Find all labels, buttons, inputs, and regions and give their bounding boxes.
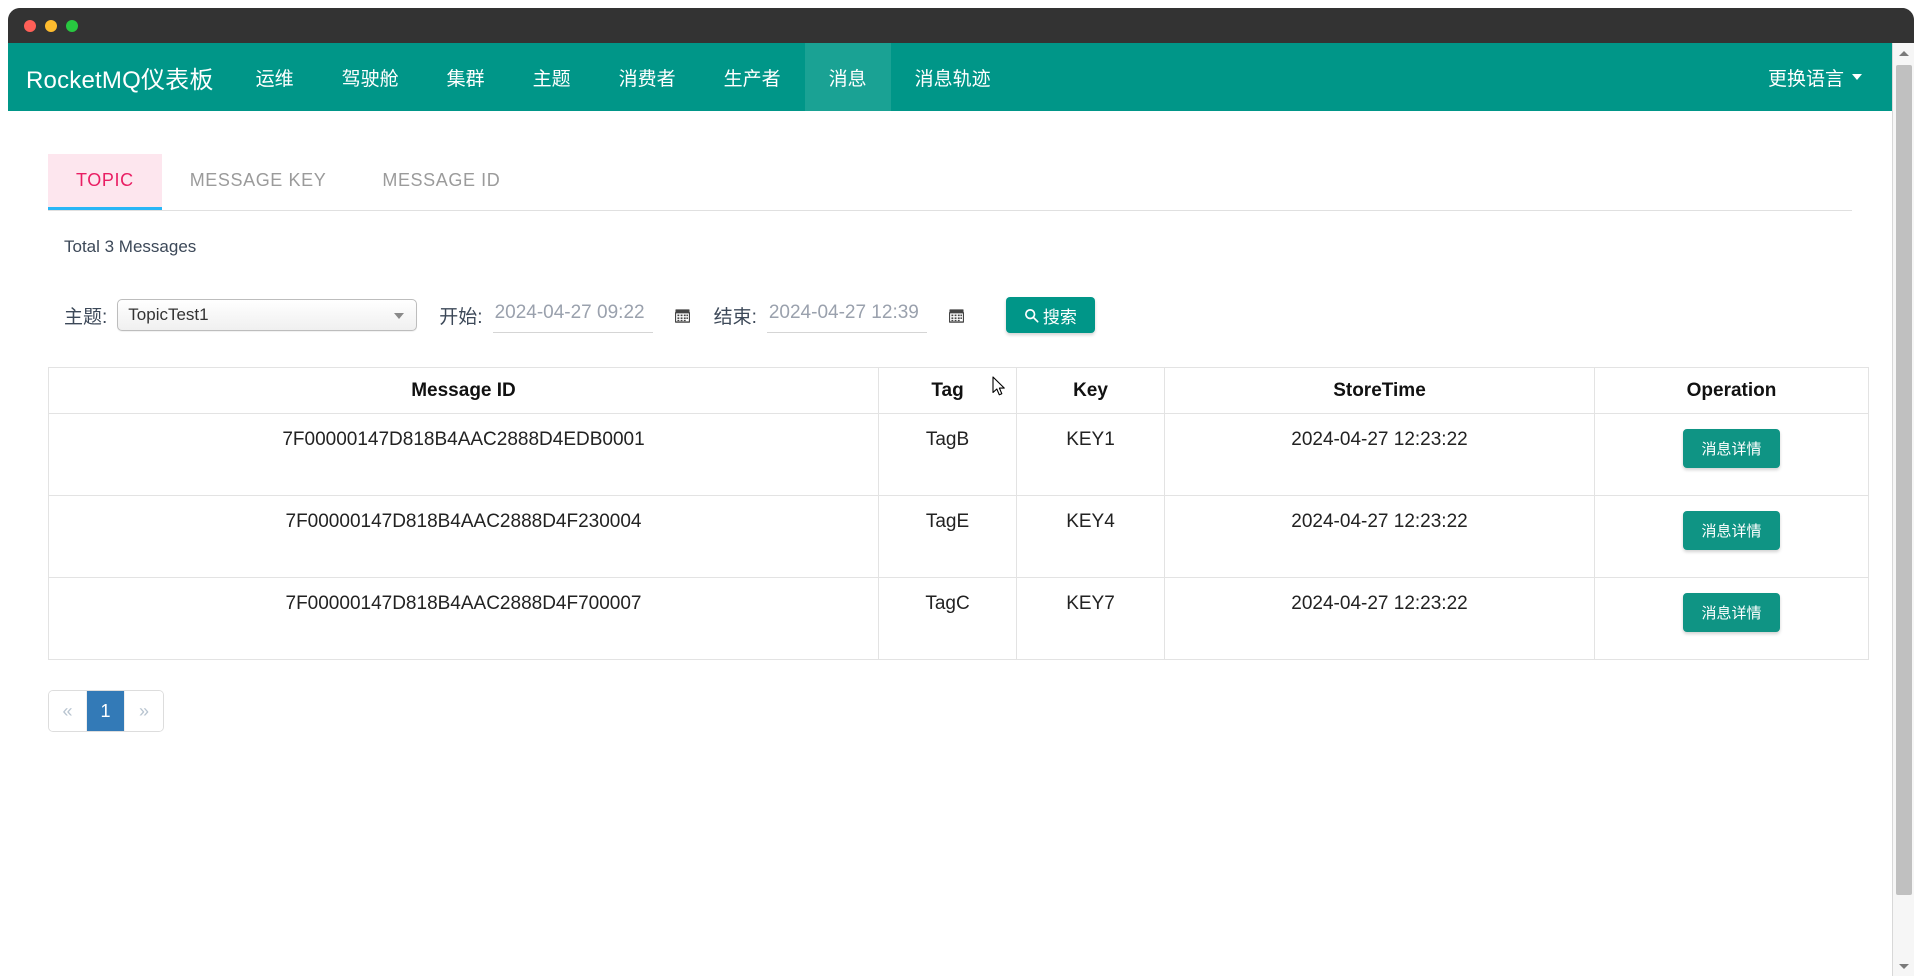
begin-time-label: 开始: [439,306,483,328]
brand-logo[interactable]: RocketMQ仪表板 [8,43,232,111]
messages-table: Message ID Tag Key StoreTime Operation 7… [48,367,1869,660]
cell-operation: 消息详情 [1594,577,1869,660]
vertical-scrollbar[interactable] [1892,43,1914,976]
window-titlebar [8,8,1914,43]
table-row: 7F00000147D818B4AAC2888D4EDB0001 TagB KE… [48,413,1869,496]
scroll-down-arrow-icon[interactable] [1893,956,1914,976]
cell-tag: TagE [878,495,1017,578]
cell-key: KEY7 [1016,577,1165,660]
search-button[interactable]: 搜索 [1005,297,1095,333]
table-row: 7F00000147D818B4AAC2888D4F230004 TagE KE… [48,495,1869,578]
message-query-tabs: TOPIC MESSAGE KEY MESSAGE ID [48,151,1852,211]
end-time-input[interactable] [766,297,927,333]
column-header-tag: Tag [878,367,1017,414]
window-maximize-button[interactable] [66,20,78,32]
navbar-right: 更换语言 [1768,43,1892,111]
tab-message-key[interactable]: MESSAGE KEY [162,154,355,210]
chevron-down-icon [394,313,405,319]
message-detail-button[interactable]: 消息详情 [1683,429,1780,468]
language-switcher[interactable]: 更换语言 [1768,64,1862,91]
cell-message-id: 7F00000147D818B4AAC2888D4EDB0001 [48,413,879,496]
pagination: « 1 » [48,690,164,732]
window-close-button[interactable] [24,20,36,32]
topic-label: 主题: [64,306,108,328]
nav-item-message-trace[interactable]: 消息轨迹 [891,43,1015,111]
pagination-page-1[interactable]: 1 [87,691,125,731]
nav-item-consumer[interactable]: 消费者 [595,43,700,111]
table-header-row: Message ID Tag Key StoreTime Operation [48,367,1869,414]
topic-select-value: TopicTest1 [128,305,209,324]
page-viewport: RocketMQ仪表板 运维 驾驶舱 集群 主题 消费者 生产者 消息 消息轨迹… [8,43,1914,976]
column-header-storetime: StoreTime [1164,367,1595,414]
nav-item-cluster[interactable]: 集群 [423,43,509,111]
cell-tag: TagC [878,577,1017,660]
cell-storetime: 2024-04-27 12:23:22 [1164,495,1595,578]
window-minimize-button[interactable] [45,20,57,32]
search-button-label: 搜索 [1042,307,1077,327]
nav-item-producer[interactable]: 生产者 [700,43,805,111]
tab-message-id[interactable]: MESSAGE ID [354,154,528,210]
calendar-icon[interactable] [674,308,690,323]
begin-time-input[interactable] [492,297,653,333]
column-header-operation: Operation [1594,367,1869,414]
pagination-prev[interactable]: « [49,691,87,731]
nav-item-topic[interactable]: 主题 [509,43,595,111]
page-content: RocketMQ仪表板 运维 驾驶舱 集群 主题 消费者 生产者 消息 消息轨迹… [8,43,1892,976]
nav-item-dashboard[interactable]: 驾驶舱 [318,43,423,111]
cell-message-id: 7F00000147D818B4AAC2888D4F700007 [48,577,879,660]
end-time-label: 结束: [713,306,757,328]
calendar-icon[interactable] [948,308,965,323]
cell-key: KEY1 [1016,413,1165,496]
cell-message-id: 7F00000147D818B4AAC2888D4F230004 [48,495,879,578]
navbar-items: 运维 驾驶舱 集群 主题 消费者 生产者 消息 消息轨迹 [232,43,1015,111]
nav-item-ops[interactable]: 运维 [232,43,318,111]
topic-select[interactable]: TopicTest1 [117,299,418,331]
cell-key: KEY4 [1016,495,1165,578]
pagination-next[interactable]: » [125,691,163,731]
message-detail-button[interactable]: 消息详情 [1683,593,1780,632]
main-navbar: RocketMQ仪表板 运维 驾驶舱 集群 主题 消费者 生产者 消息 消息轨迹… [8,43,1892,111]
messages-table-head: Message ID Tag Key StoreTime Operation [48,367,1869,414]
cell-storetime: 2024-04-27 12:23:22 [1164,577,1595,660]
scroll-up-arrow-icon[interactable] [1893,43,1914,63]
table-row: 7F00000147D818B4AAC2888D4F700007 TagC KE… [48,577,1869,660]
cell-operation: 消息详情 [1594,413,1869,496]
search-icon [1024,308,1039,323]
language-switcher-label: 更换语言 [1767,68,1844,90]
message-detail-button[interactable]: 消息详情 [1683,511,1780,550]
cell-storetime: 2024-04-27 12:23:22 [1164,413,1595,496]
nav-item-message[interactable]: 消息 [804,43,891,111]
cell-tag: TagB [878,413,1017,496]
tab-topic[interactable]: TOPIC [48,154,162,210]
total-messages-label: Total 3 Messages [64,237,197,256]
column-header-message-id: Message ID [48,367,879,414]
chevron-down-icon [1852,74,1862,80]
main-content: TOPIC MESSAGE KEY MESSAGE ID Total 3 Mes… [8,151,1892,732]
browser-window: RocketMQ仪表板 运维 驾驶舱 集群 主题 消费者 生产者 消息 消息轨迹… [8,8,1914,976]
search-filter-bar: 主题: TopicTest1 开始: 2024-04-27 09:22 结束: … [48,289,1852,341]
cell-operation: 消息详情 [1594,495,1869,578]
scrollbar-thumb[interactable] [1896,65,1912,895]
column-header-key: Key [1016,367,1165,414]
messages-table-body: 7F00000147D818B4AAC2888D4EDB0001 TagB KE… [48,413,1869,660]
